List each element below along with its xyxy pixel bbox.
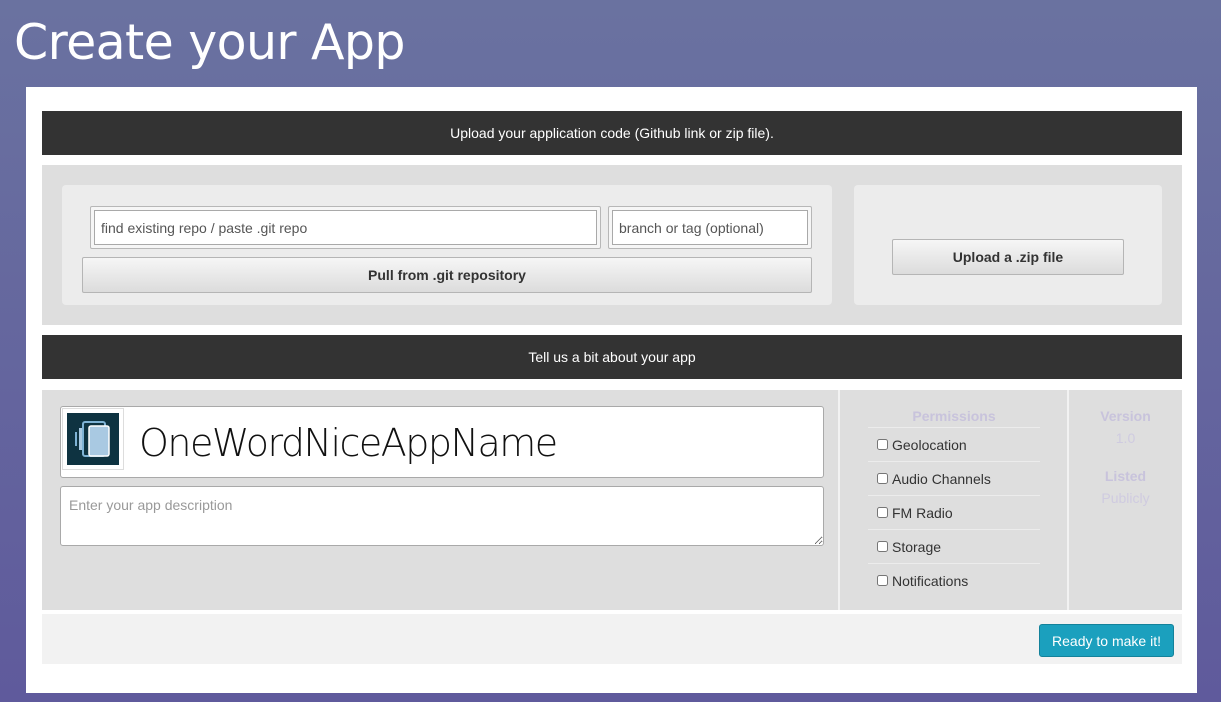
version-value: 1.0 [1115, 430, 1136, 446]
git-repo-box: Pull from .git repository [62, 185, 832, 305]
branch-input[interactable] [612, 210, 808, 245]
permission-item-audio-channels[interactable]: Audio Channels [868, 461, 1040, 495]
app-icon-frame[interactable] [62, 408, 124, 470]
upload-zip-button[interactable]: Upload a .zip file [892, 239, 1124, 275]
permission-item-fm-radio[interactable]: FM Radio [868, 495, 1040, 529]
permission-item-storage[interactable]: Storage [868, 529, 1040, 563]
permission-label: FM Radio [892, 504, 953, 521]
geolocation-checkbox[interactable] [877, 439, 888, 450]
fm-radio-checkbox[interactable] [877, 507, 888, 518]
permission-label: Audio Channels [892, 470, 991, 487]
repo-input[interactable] [94, 210, 597, 245]
permission-item-notifications[interactable]: Notifications [868, 563, 1040, 597]
permission-label: Storage [892, 538, 942, 555]
form-footer: Ready to make it! [42, 614, 1182, 664]
listed-label: Listed [1104, 468, 1147, 484]
permissions-list: Geolocation Audio Channels FM Radio Stor… [868, 427, 1040, 597]
column-divider [838, 390, 840, 610]
zip-upload-box: Upload a .zip file [854, 185, 1162, 305]
repo-field-wrapper [90, 206, 601, 249]
pull-from-git-button[interactable]: Pull from .git repository [82, 257, 812, 293]
storage-checkbox[interactable] [877, 541, 888, 552]
permission-item-geolocation[interactable]: Geolocation [868, 427, 1040, 461]
app-phones-icon [67, 413, 119, 465]
branch-field-wrapper [608, 206, 812, 249]
upload-section-header: Upload your application code (Github lin… [42, 111, 1182, 155]
audio-channels-checkbox[interactable] [877, 473, 888, 484]
listed-value: Publicly [1101, 490, 1150, 506]
about-section-header: Tell us a bit about your app [42, 335, 1182, 379]
create-app-panel: Upload your application code (Github lin… [26, 87, 1197, 693]
app-name-text[interactable]: OneWordNiceAppName [139, 417, 558, 469]
permissions-heading: Permissions [912, 408, 996, 424]
upload-area: Pull from .git repository Upload a .zip … [42, 165, 1182, 325]
app-name-field[interactable]: OneWordNiceAppName [60, 406, 824, 478]
app-description-input[interactable] [60, 486, 824, 546]
notifications-checkbox[interactable] [877, 575, 888, 586]
permission-label: Geolocation [892, 436, 967, 453]
about-area: OneWordNiceAppName Permissions Geolocati… [42, 390, 1182, 610]
version-label: Version [1100, 408, 1151, 424]
permission-label: Notifications [892, 572, 969, 589]
page-title: Create your App [14, 14, 405, 71]
ready-to-make-button[interactable]: Ready to make it! [1039, 624, 1174, 657]
